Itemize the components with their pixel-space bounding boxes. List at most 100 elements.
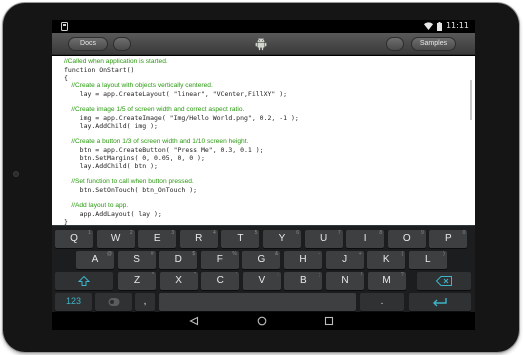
key-z[interactable]: Z * xyxy=(118,272,156,290)
key-label: W xyxy=(110,233,121,244)
key-x[interactable]: X " xyxy=(159,272,198,290)
space-key[interactable] xyxy=(159,293,356,311)
key-n[interactable]: N! xyxy=(326,272,364,290)
key-label: Y xyxy=(278,233,286,244)
key-b[interactable]: B; xyxy=(284,272,323,290)
enter-icon xyxy=(433,298,447,307)
key-label: V xyxy=(258,275,266,286)
key-label: E xyxy=(153,233,161,244)
key-label: U xyxy=(319,233,328,244)
android-logo-icon[interactable] xyxy=(255,37,267,51)
key-u[interactable]: U7 xyxy=(304,230,343,248)
home-icon[interactable] xyxy=(257,316,267,326)
symbols-key[interactable]: 123 xyxy=(55,293,92,311)
key-hint: # xyxy=(150,251,154,257)
key-i[interactable]: I8 xyxy=(346,230,385,248)
code-line: lay = app.CreateLayout( "linear", "VCent… xyxy=(64,90,288,98)
status-bar: 11:11 xyxy=(52,20,475,33)
enter-key[interactable] xyxy=(409,293,471,311)
editor-scrollbar[interactable] xyxy=(470,80,472,120)
key-hint: 0 xyxy=(462,230,466,236)
backspace-key[interactable] xyxy=(417,272,471,290)
code-line: app.AddLayout( lay ); xyxy=(64,210,162,218)
code-line: lay.AddChild( btn ); xyxy=(64,162,158,170)
period-key[interactable]: . xyxy=(360,293,404,311)
key-label: X xyxy=(175,275,182,286)
key-p[interactable]: P0 xyxy=(429,230,468,248)
code-comment-line: //Add layout to app. xyxy=(64,202,129,209)
key-g[interactable]: G & xyxy=(242,251,281,269)
key-hint: & xyxy=(275,251,279,257)
key-label: Q xyxy=(70,233,78,244)
soft-keyboard: 123 , . Q 1 W 2 E 3 R 4 T 5 Y 6 U 7 I 8 … xyxy=(52,225,475,312)
tablet-frame: 11:11 Docs Samples //Called when applica… xyxy=(3,3,519,352)
microphone-icon xyxy=(108,298,119,306)
key-v[interactable]: V: xyxy=(242,272,281,290)
key-hint: ' xyxy=(236,272,238,278)
key-y[interactable]: Y6 xyxy=(263,230,301,248)
key-hint: * xyxy=(152,272,154,278)
key-hint: ) xyxy=(443,251,445,257)
key-f[interactable]: F% xyxy=(200,251,239,269)
key-hint: ! xyxy=(360,272,362,278)
code-line: } xyxy=(64,218,68,225)
key-m[interactable]: M? xyxy=(367,272,406,290)
key-a[interactable]: A @ xyxy=(76,251,114,269)
code-line: btn.SetOnTouch( btn_OnTouch ); xyxy=(64,186,198,194)
key-hint: 3 xyxy=(171,230,175,236)
docs-button[interactable]: Docs xyxy=(68,37,108,51)
key-t[interactable]: T5 xyxy=(221,230,260,248)
key-hint: 9 xyxy=(421,230,424,236)
key-k[interactable]: K( xyxy=(367,251,406,269)
key-e[interactable]: E3 xyxy=(138,230,177,248)
key-hint: 8 xyxy=(379,230,383,236)
code-comment-line: //Set function to call when button press… xyxy=(64,178,194,185)
key-label: D xyxy=(174,254,182,265)
key-l[interactable]: L) xyxy=(408,251,447,269)
samples-button[interactable]: Samples xyxy=(411,37,456,51)
key-c[interactable]: C ' xyxy=(201,272,240,290)
comma-key[interactable]: , xyxy=(135,293,155,311)
key-h[interactable]: H- xyxy=(284,251,322,269)
code-editor[interactable]: //Called when application is started. fun… xyxy=(52,56,475,225)
code-comment-line: //Create a layout with objects verticall… xyxy=(64,82,213,89)
key-label: K xyxy=(382,254,390,265)
backspace-icon xyxy=(436,276,452,286)
back-icon[interactable] xyxy=(189,316,199,326)
key-hint: 7 xyxy=(337,230,341,236)
key-hint: $ xyxy=(192,251,196,257)
clock: 11:11 xyxy=(445,21,469,30)
key-s[interactable]: S # xyxy=(117,251,156,269)
code-comment-line: //Create image 1/5 of screen width and c… xyxy=(64,106,245,113)
battery-icon xyxy=(436,21,442,31)
key-q[interactable]: Q1 xyxy=(55,230,93,248)
front-camera xyxy=(13,171,19,177)
voice-input-key[interactable] xyxy=(95,293,132,311)
key-hint: 1 xyxy=(88,230,91,236)
code-line: function OnStart() xyxy=(64,66,135,74)
app-notification-icon xyxy=(61,22,68,31)
recent-apps-icon[interactable] xyxy=(324,316,334,326)
key-w[interactable]: W2 xyxy=(96,230,135,248)
action-button-2[interactable] xyxy=(113,37,131,51)
key-r[interactable]: R4 xyxy=(179,230,218,248)
key-d[interactable]: D $ xyxy=(159,251,198,269)
key-o[interactable]: O9 xyxy=(387,230,426,248)
shift-key[interactable] xyxy=(55,272,113,290)
key-hint: @ xyxy=(106,251,112,257)
code-area[interactable]: //Called when application is started. fun… xyxy=(64,58,464,225)
key-label: P xyxy=(445,233,452,244)
key-label: A xyxy=(91,254,99,265)
code-comment-line: //Create a button 1/3 of screen width an… xyxy=(64,138,249,145)
key-j[interactable]: J + xyxy=(325,251,364,269)
key-hint: ? xyxy=(400,272,404,278)
key-hint: - xyxy=(318,251,320,257)
action-button-3[interactable] xyxy=(386,37,404,51)
code-line: btn.SetMargins( 0, 0.05, 0, 0 ); xyxy=(64,154,205,162)
key-label: Z xyxy=(133,275,141,286)
key-hint: 5 xyxy=(254,230,258,236)
key-label: H xyxy=(299,254,307,265)
